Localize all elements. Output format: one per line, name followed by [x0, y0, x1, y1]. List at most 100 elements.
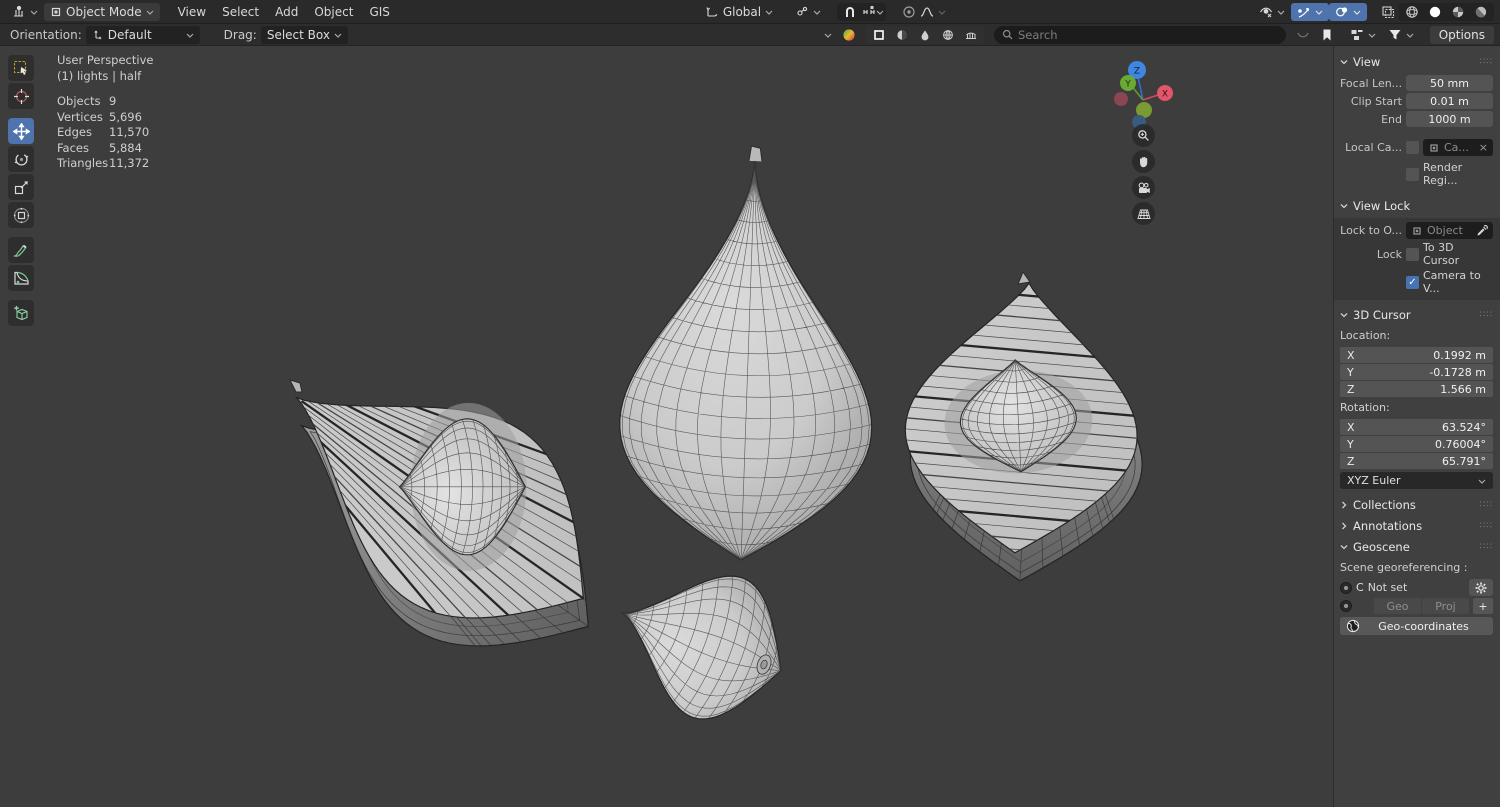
editor-type-button[interactable] — [6, 3, 44, 21]
viewport-nav-buttons — [1132, 124, 1155, 225]
panel-grip-icon[interactable]: ∷∷ — [1480, 310, 1493, 320]
lock-3d-cursor-checkbox[interactable] — [1406, 247, 1419, 261]
geo-button[interactable]: Geo — [1374, 598, 1421, 614]
geo-coordinates-button[interactable]: Geo-coordinates — [1340, 617, 1493, 635]
lock-to-object-field[interactable]: Object — [1406, 222, 1493, 239]
chevron-down-icon — [1353, 8, 1361, 16]
cursor-rotation-y[interactable]: Y 0.76004° — [1340, 436, 1493, 452]
georeferencing-label: Scene georeferencing : — [1340, 561, 1468, 574]
shading-sphere-button[interactable] — [891, 26, 913, 44]
filter-dropdown[interactable] — [1382, 26, 1420, 44]
orientation-value: Global — [722, 4, 762, 19]
tool-add-cube[interactable] — [8, 300, 34, 326]
panel-header-view[interactable]: View ∷∷ — [1340, 51, 1493, 72]
panel-header-geoscene[interactable]: Geoscene ∷∷ — [1340, 536, 1493, 557]
crs-radio[interactable] — [1340, 581, 1352, 594]
shading-rendered-button[interactable] — [1470, 3, 1492, 21]
viewport-3d[interactable]: User Perspective (1) lights | half Objec… — [0, 46, 1333, 807]
cursor-location-z[interactable]: Z 1.566 m — [1340, 381, 1493, 397]
rotation-mode-dropdown[interactable]: XYZ Euler — [1340, 472, 1493, 489]
clip-end-field[interactable]: 1000 m — [1406, 111, 1493, 127]
gear-icon — [1475, 582, 1487, 594]
bookmark-icon[interactable] — [1320, 28, 1334, 42]
gizmo-axis-neg-x[interactable] — [1114, 92, 1128, 106]
camera-to-view-checkbox[interactable]: ✓ — [1406, 275, 1419, 289]
tool-annotate[interactable] — [8, 237, 34, 263]
focal-length-field[interactable]: 50 mm — [1406, 75, 1493, 91]
local-camera-field[interactable]: Ca... × — [1423, 139, 1493, 156]
menu-add[interactable]: Add — [267, 5, 306, 19]
menu-view[interactable]: View — [170, 5, 214, 19]
cursor-location-label: Location: — [1340, 329, 1391, 342]
cursor-rotation-x[interactable]: X 63.524° — [1340, 419, 1493, 435]
chevron-down-icon — [938, 8, 946, 16]
panel-grip-icon[interactable]: ∷∷ — [1480, 521, 1493, 531]
orientation-setting-dropdown[interactable]: Default — [85, 25, 200, 44]
menu-gis[interactable]: GIS — [361, 5, 397, 19]
display-mode-dropdown[interactable] — [1344, 26, 1382, 44]
tool-rotate[interactable] — [8, 146, 34, 172]
crs-settings-button[interactable] — [1469, 579, 1493, 596]
zoom-button[interactable] — [1132, 124, 1155, 147]
shading-material-button[interactable] — [1447, 3, 1469, 21]
globe-button[interactable] — [937, 26, 959, 44]
snap-toggle[interactable] — [839, 3, 861, 21]
show-object-types-dropdown[interactable] — [1253, 3, 1291, 21]
clear-x-icon[interactable]: × — [1479, 141, 1488, 154]
mode-dropdown[interactable]: Object Mode — [44, 2, 160, 21]
orientation-icon — [705, 5, 719, 19]
local-camera-checkbox[interactable] — [1406, 141, 1419, 154]
panel-header-annotations[interactable]: Annotations ∷∷ — [1340, 515, 1493, 536]
pivot-point-dropdown[interactable] — [789, 3, 827, 21]
panel-grip-icon[interactable]: ∷∷ — [1480, 57, 1493, 67]
transform-orientation-dropdown[interactable]: Global — [699, 3, 779, 21]
panel-header-view-lock[interactable]: View Lock — [1340, 195, 1493, 216]
xray-toggle[interactable] — [1377, 3, 1399, 21]
snap-settings-dropdown[interactable] — [862, 3, 884, 21]
pan-hand-button[interactable] — [1132, 150, 1155, 173]
tool-transform[interactable] — [8, 202, 34, 228]
tool-move[interactable] — [8, 118, 34, 144]
wireframe-icon — [1405, 5, 1419, 19]
proj-button[interactable]: Proj — [1422, 598, 1469, 614]
clip-start-field[interactable]: 0.01 m — [1406, 93, 1493, 109]
panel-header-3d-cursor[interactable]: 3D Cursor ∷∷ — [1340, 304, 1493, 325]
stat-label: Vertices — [57, 109, 103, 124]
options-button[interactable]: Options — [1429, 25, 1494, 44]
stat-value: 5,884 — [109, 140, 142, 155]
tool-cursor[interactable] — [8, 83, 34, 109]
cursor-location-y[interactable]: Y -0.1728 m — [1340, 364, 1493, 380]
panel-header-collections[interactable]: Collections ∷∷ — [1340, 494, 1493, 515]
tool-measure[interactable] — [8, 265, 34, 291]
menu-object[interactable]: Object — [306, 5, 361, 19]
basemap-square-button[interactable] — [868, 26, 890, 44]
camera-view-button[interactable] — [1132, 176, 1155, 199]
render-region-checkbox[interactable] — [1406, 167, 1419, 181]
bridge-tool-button[interactable] — [960, 26, 982, 44]
cursor-rotation-z[interactable]: Z 65.791° — [1340, 453, 1493, 469]
hsv-sphere-icon[interactable] — [842, 28, 856, 42]
shading-solid-button[interactable] — [1424, 3, 1446, 21]
tool-select-box[interactable] — [8, 55, 34, 81]
menu-select[interactable]: Select — [214, 5, 267, 19]
filter-icon — [1388, 28, 1402, 42]
drag-setting-dropdown[interactable]: Select Box — [260, 25, 348, 44]
panel-grip-icon[interactable]: ∷∷ — [1480, 542, 1493, 552]
eyedropper-icon[interactable] — [1476, 224, 1488, 237]
search-input[interactable] — [1017, 27, 1278, 42]
paint-drop-button[interactable] — [914, 26, 936, 44]
stat-label: Faces — [57, 140, 89, 155]
overlays-toggle[interactable] — [1329, 2, 1367, 21]
search-box[interactable] — [993, 25, 1286, 44]
gizmos-toggle[interactable] — [1291, 2, 1329, 21]
curve-falloff-icon[interactable] — [1296, 28, 1310, 42]
chevron-down-icon[interactable] — [824, 31, 832, 39]
panel-grip-icon[interactable]: ∷∷ — [1480, 500, 1493, 510]
add-crs-button[interactable]: + — [1473, 598, 1493, 614]
cursor-location-x[interactable]: X 0.1992 m — [1340, 347, 1493, 363]
proj-radio[interactable] — [1340, 600, 1352, 612]
proportional-edit-toggle[interactable] — [896, 3, 952, 21]
tool-scale[interactable] — [8, 174, 34, 200]
perspective-toggle-button[interactable] — [1132, 202, 1155, 225]
shading-wireframe-button[interactable] — [1401, 3, 1423, 21]
